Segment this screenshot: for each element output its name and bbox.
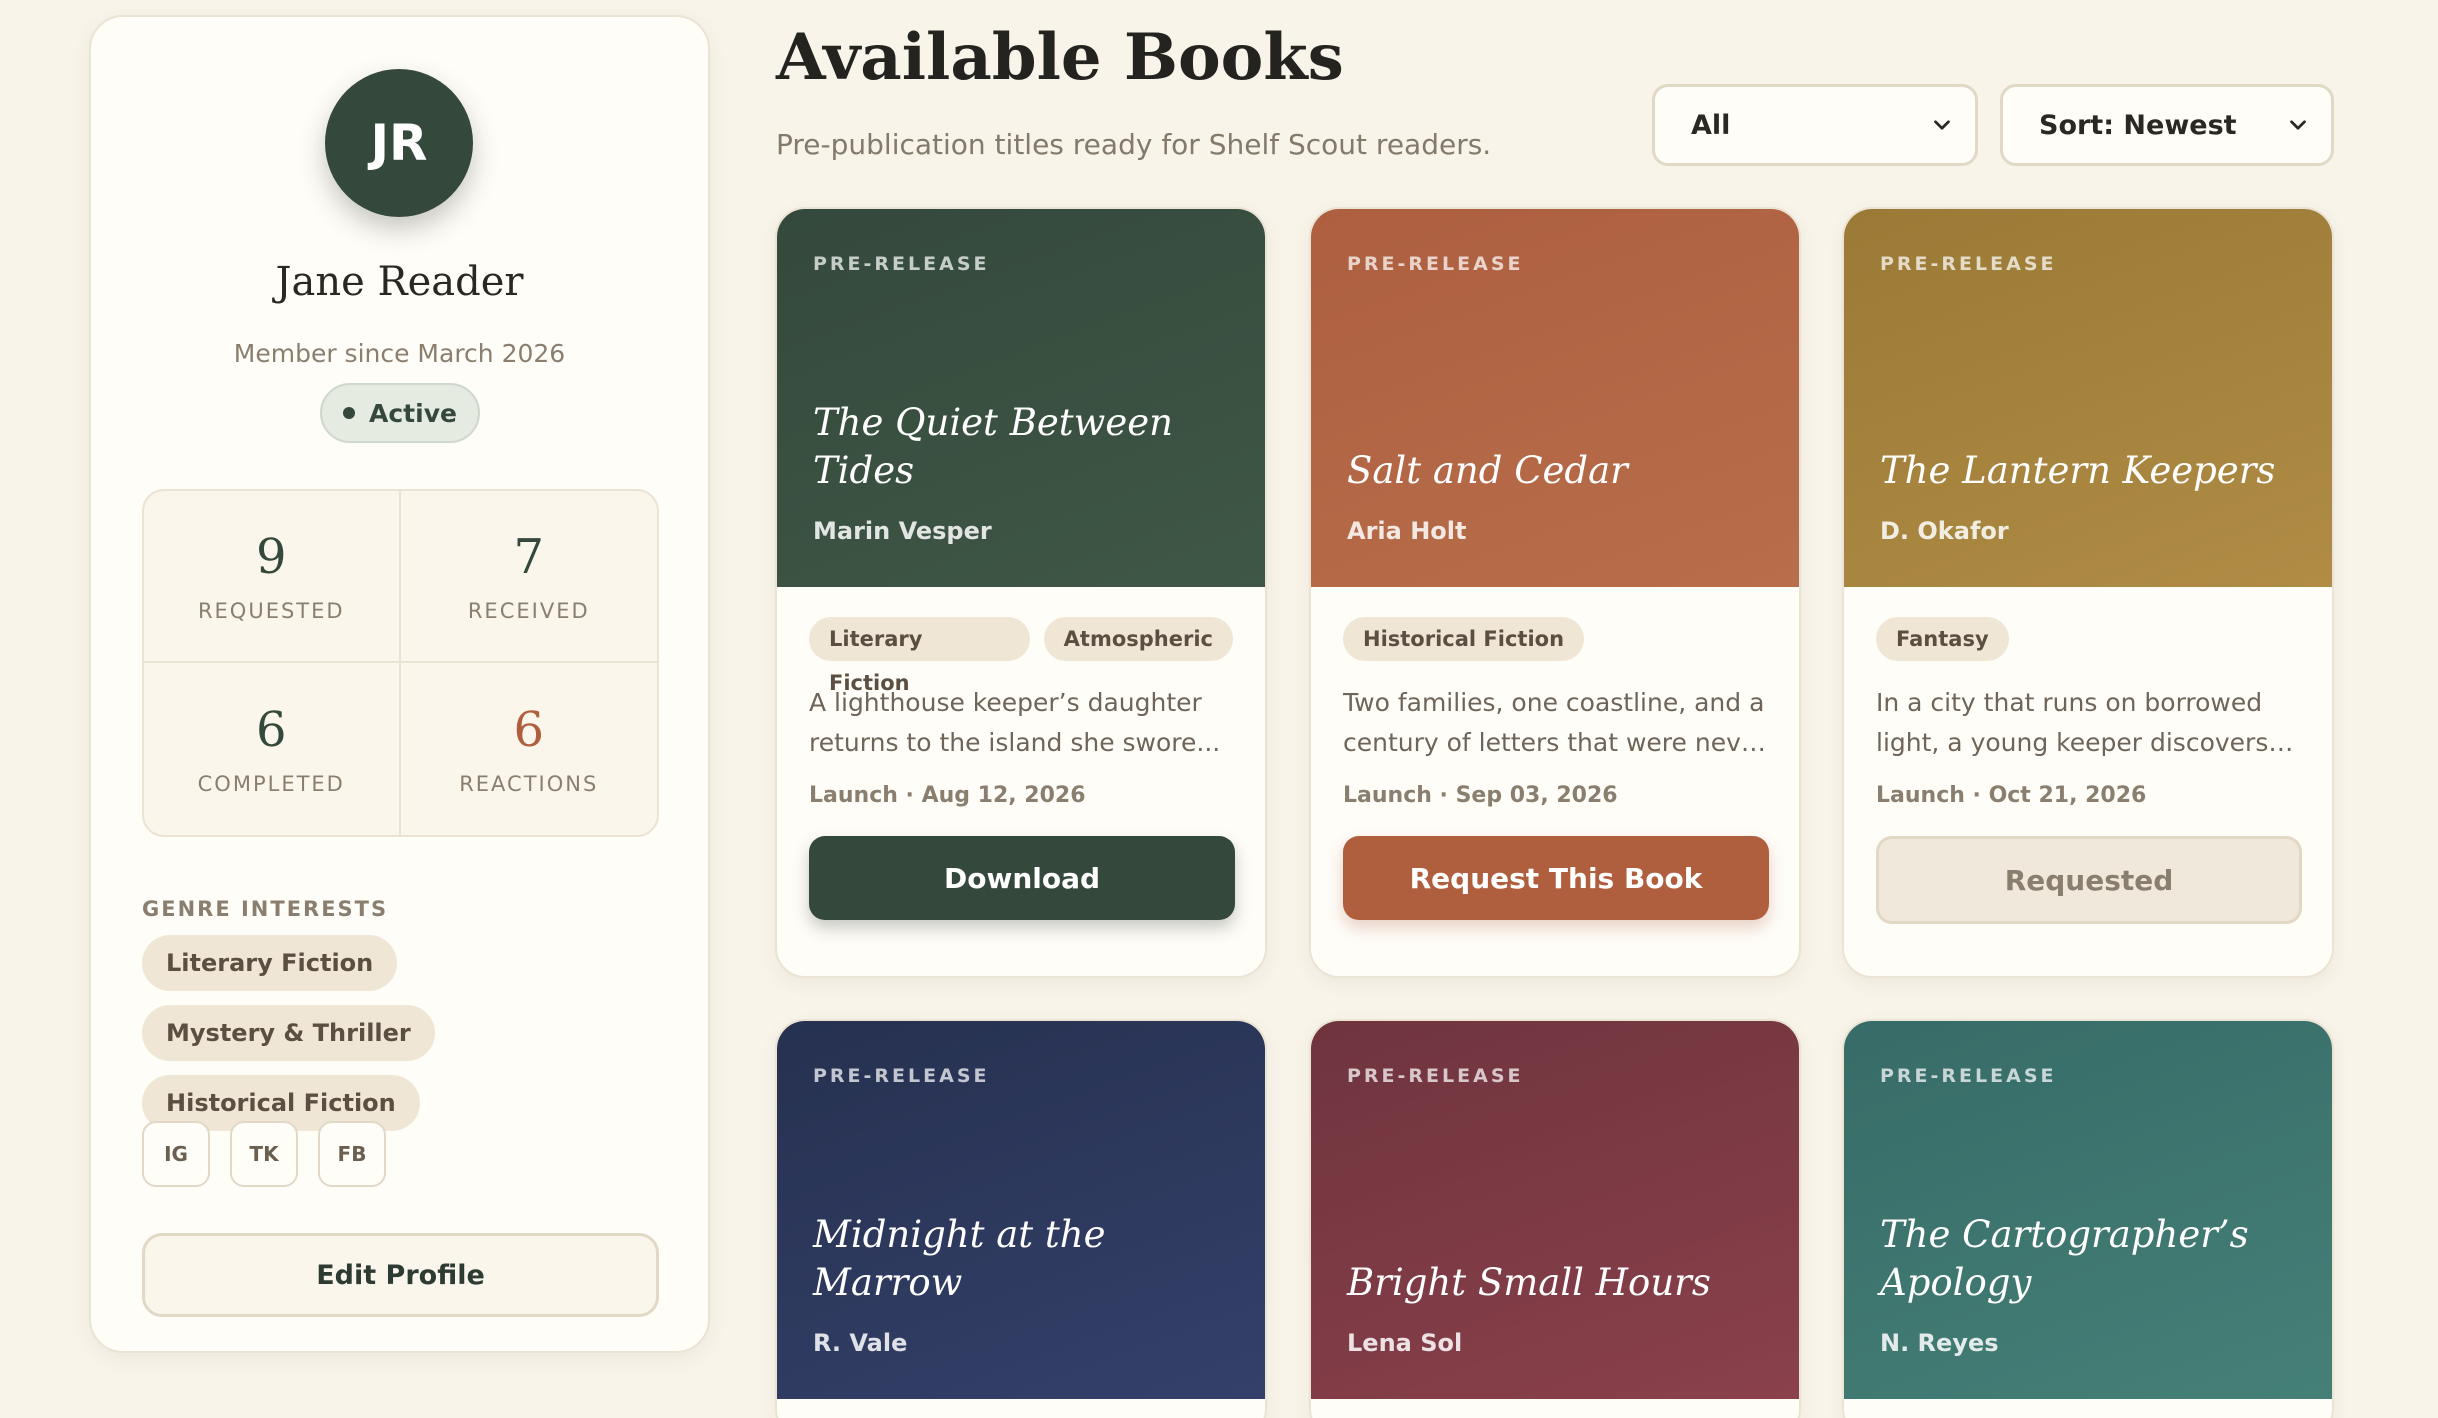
description-line: returns to the island she swore... <box>809 728 1221 757</box>
book-cover[interactable]: PRE-RELEASE Bright Small Hours Lena Sol <box>1311 1021 1799 1399</box>
status-badge: Active <box>320 383 480 443</box>
stat-label: REQUESTED <box>197 599 345 623</box>
book-cover[interactable]: PRE-RELEASE Midnight at the Marrow R. Va… <box>777 1021 1265 1399</box>
genre-interests-list: Literary Fiction Mystery & Thriller Hist… <box>142 935 682 1131</box>
stat-received: 7 RECEIVED <box>400 491 657 663</box>
book-author: D. Okafor <box>1880 517 2009 545</box>
pre-release-badge: PRE-RELEASE <box>1347 1065 1524 1087</box>
genre-interests-heading: GENRE INTERESTS <box>142 897 389 921</box>
download-button[interactable]: Download <box>809 836 1235 920</box>
book-cover[interactable]: PRE-RELEASE The Quiet Between Tides Mari… <box>777 209 1265 587</box>
genre-tag: Literary Fiction <box>809 617 1030 695</box>
book-tags: Fantasy <box>1876 617 2300 661</box>
genre-tag: Atmospheric <box>1043 617 1233 661</box>
launch-date: Launch · Aug 12, 2026 <box>809 783 1086 808</box>
page-subtitle: Pre-publication titles ready for Shelf S… <box>776 128 1492 161</box>
genre-tag: Fantasy <box>1876 617 2009 661</box>
launch-date: Launch · Oct 21, 2026 <box>1876 783 2147 808</box>
profile-name: Jane Reader <box>275 259 524 305</box>
genre-filter-select[interactable]: All <box>1652 84 1978 166</box>
stat-requested: 9 REQUESTED <box>144 491 401 663</box>
book-author: R. Vale <box>813 1329 908 1357</box>
book-title: Salt and Cedar <box>1347 449 1628 492</box>
description-line: In a city that runs on borrowed <box>1876 688 2263 717</box>
stat-completed: 6 COMPLETED <box>144 663 401 835</box>
genre-chip[interactable]: Literary Fiction <box>142 935 398 991</box>
launch-date: Launch · Sep 03, 2026 <box>1343 783 1618 808</box>
stat-value: 6 <box>255 702 287 758</box>
book-title: The Cartographer’s Apology <box>1880 1213 2249 1304</box>
facebook-link[interactable]: FB <box>318 1121 386 1187</box>
book-description: Two families, one coastline, and a centu… <box>1343 683 1767 763</box>
social-links: IG TK FB <box>142 1121 386 1187</box>
book-title: Midnight at the Marrow <box>813 1213 1106 1304</box>
stat-value: 9 <box>255 529 287 585</box>
avatar: JR <box>325 69 473 217</box>
book-card[interactable]: PRE-RELEASE Bright Small Hours Lena Sol <box>1309 1019 1801 1418</box>
tiktok-link[interactable]: TK <box>230 1121 298 1187</box>
pre-release-badge: PRE-RELEASE <box>813 253 990 275</box>
sort-selected-value: Sort: Newest <box>2039 109 2237 141</box>
requested-button[interactable]: Requested <box>1876 836 2302 924</box>
stats-grid: 9 REQUESTED 7 RECEIVED 6 COMPLETED 6 REA… <box>142 489 659 837</box>
book-author: Aria Holt <box>1347 517 1467 545</box>
pre-release-badge: PRE-RELEASE <box>1880 1065 2057 1087</box>
book-description: In a city that runs on borrowed light, a… <box>1876 683 2300 763</box>
book-card[interactable]: PRE-RELEASE The Cartographer’s Apology N… <box>1842 1019 2334 1418</box>
edit-profile-button[interactable]: Edit Profile <box>142 1233 659 1317</box>
book-title: The Quiet Between Tides <box>813 401 1173 492</box>
status-dot-icon <box>343 407 356 419</box>
book-card[interactable]: PRE-RELEASE The Quiet Between Tides Mari… <box>775 207 1267 978</box>
book-card[interactable]: PRE-RELEASE Salt and Cedar Aria Holt His… <box>1309 207 1801 978</box>
stat-label: REACTIONS <box>459 772 599 796</box>
stat-value: 6 <box>513 702 545 758</box>
genre-chip[interactable]: Mystery & Thriller <box>142 1005 435 1061</box>
profile-sidebar: JR Jane Reader Member since March 2026 A… <box>89 15 710 1353</box>
book-tags: Literary Fiction Atmospheric <box>809 617 1233 695</box>
book-details: Literary Fiction Atmospheric A lighthous… <box>777 587 1265 920</box>
sort-select[interactable]: Sort: Newest <box>2000 84 2334 166</box>
stat-label: RECEIVED <box>467 599 590 623</box>
book-cover[interactable]: PRE-RELEASE The Cartographer’s Apology N… <box>1844 1021 2332 1399</box>
book-details: Fantasy In a city that runs on borrowed … <box>1844 587 2332 924</box>
stat-label: COMPLETED <box>197 772 345 796</box>
book-cover[interactable]: PRE-RELEASE Salt and Cedar Aria Holt <box>1311 209 1799 587</box>
pre-release-badge: PRE-RELEASE <box>813 1065 990 1087</box>
pre-release-badge: PRE-RELEASE <box>1347 253 1524 275</box>
chevron-down-icon <box>1934 120 1950 130</box>
status-label: Active <box>369 398 457 428</box>
chevron-down-icon <box>2290 120 2306 130</box>
member-since: Member since March 2026 <box>233 339 566 368</box>
book-author: N. Reyes <box>1880 1329 1999 1357</box>
book-author: Marin Vesper <box>813 517 992 545</box>
book-title: The Lantern Keepers <box>1880 449 2276 492</box>
book-cover[interactable]: PRE-RELEASE The Lantern Keepers D. Okafo… <box>1844 209 2332 587</box>
page-title: Available Books <box>776 20 1344 95</box>
book-card[interactable]: PRE-RELEASE The Lantern Keepers D. Okafo… <box>1842 207 2334 978</box>
book-card[interactable]: PRE-RELEASE Midnight at the Marrow R. Va… <box>775 1019 1267 1418</box>
genre-tag: Historical Fiction <box>1343 617 1585 661</box>
description-line: A lighthouse keeper’s daughter <box>809 688 1202 717</box>
request-book-button[interactable]: Request This Book <box>1343 836 1769 920</box>
description-line: century of letters that were never... <box>1343 728 1767 757</box>
stat-value: 7 <box>513 529 545 585</box>
description-line: Two families, one coastline, and a <box>1343 688 1765 717</box>
book-title: Bright Small Hours <box>1347 1261 1711 1304</box>
book-details: Historical Fiction Two families, one coa… <box>1311 587 1799 920</box>
filter-selected-value: All <box>1691 109 1731 141</box>
description-line: light, a young keeper discovers th... <box>1876 728 2300 757</box>
book-tags: Historical Fiction <box>1343 617 1767 661</box>
book-description: A lighthouse keeper’s daughter returns t… <box>809 683 1233 763</box>
instagram-link[interactable]: IG <box>142 1121 210 1187</box>
pre-release-badge: PRE-RELEASE <box>1880 253 2057 275</box>
stat-reactions: 6 REACTIONS <box>401 663 658 835</box>
book-author: Lena Sol <box>1347 1329 1463 1357</box>
